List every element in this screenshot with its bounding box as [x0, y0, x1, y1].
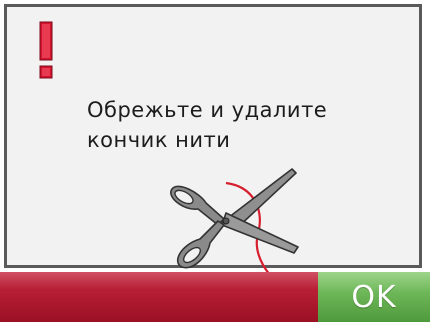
message-line-1: Обрежьте и удалите: [87, 98, 328, 122]
ok-button[interactable]: OK: [318, 272, 430, 322]
message-dialog: Обрежьте и удалите кончик нити: [4, 4, 422, 276]
dialog-message: Обрежьте и удалите кончик нити: [87, 95, 407, 155]
exclamation-icon: [39, 21, 53, 79]
scissors-cutting-thread-icon: [170, 168, 299, 276]
bottom-bar: OK: [0, 272, 430, 322]
screen: Обрежьте и удалите кончик нити OK: [0, 0, 430, 322]
message-line-2: кончик нити: [87, 128, 231, 152]
status-bar: [0, 272, 318, 322]
